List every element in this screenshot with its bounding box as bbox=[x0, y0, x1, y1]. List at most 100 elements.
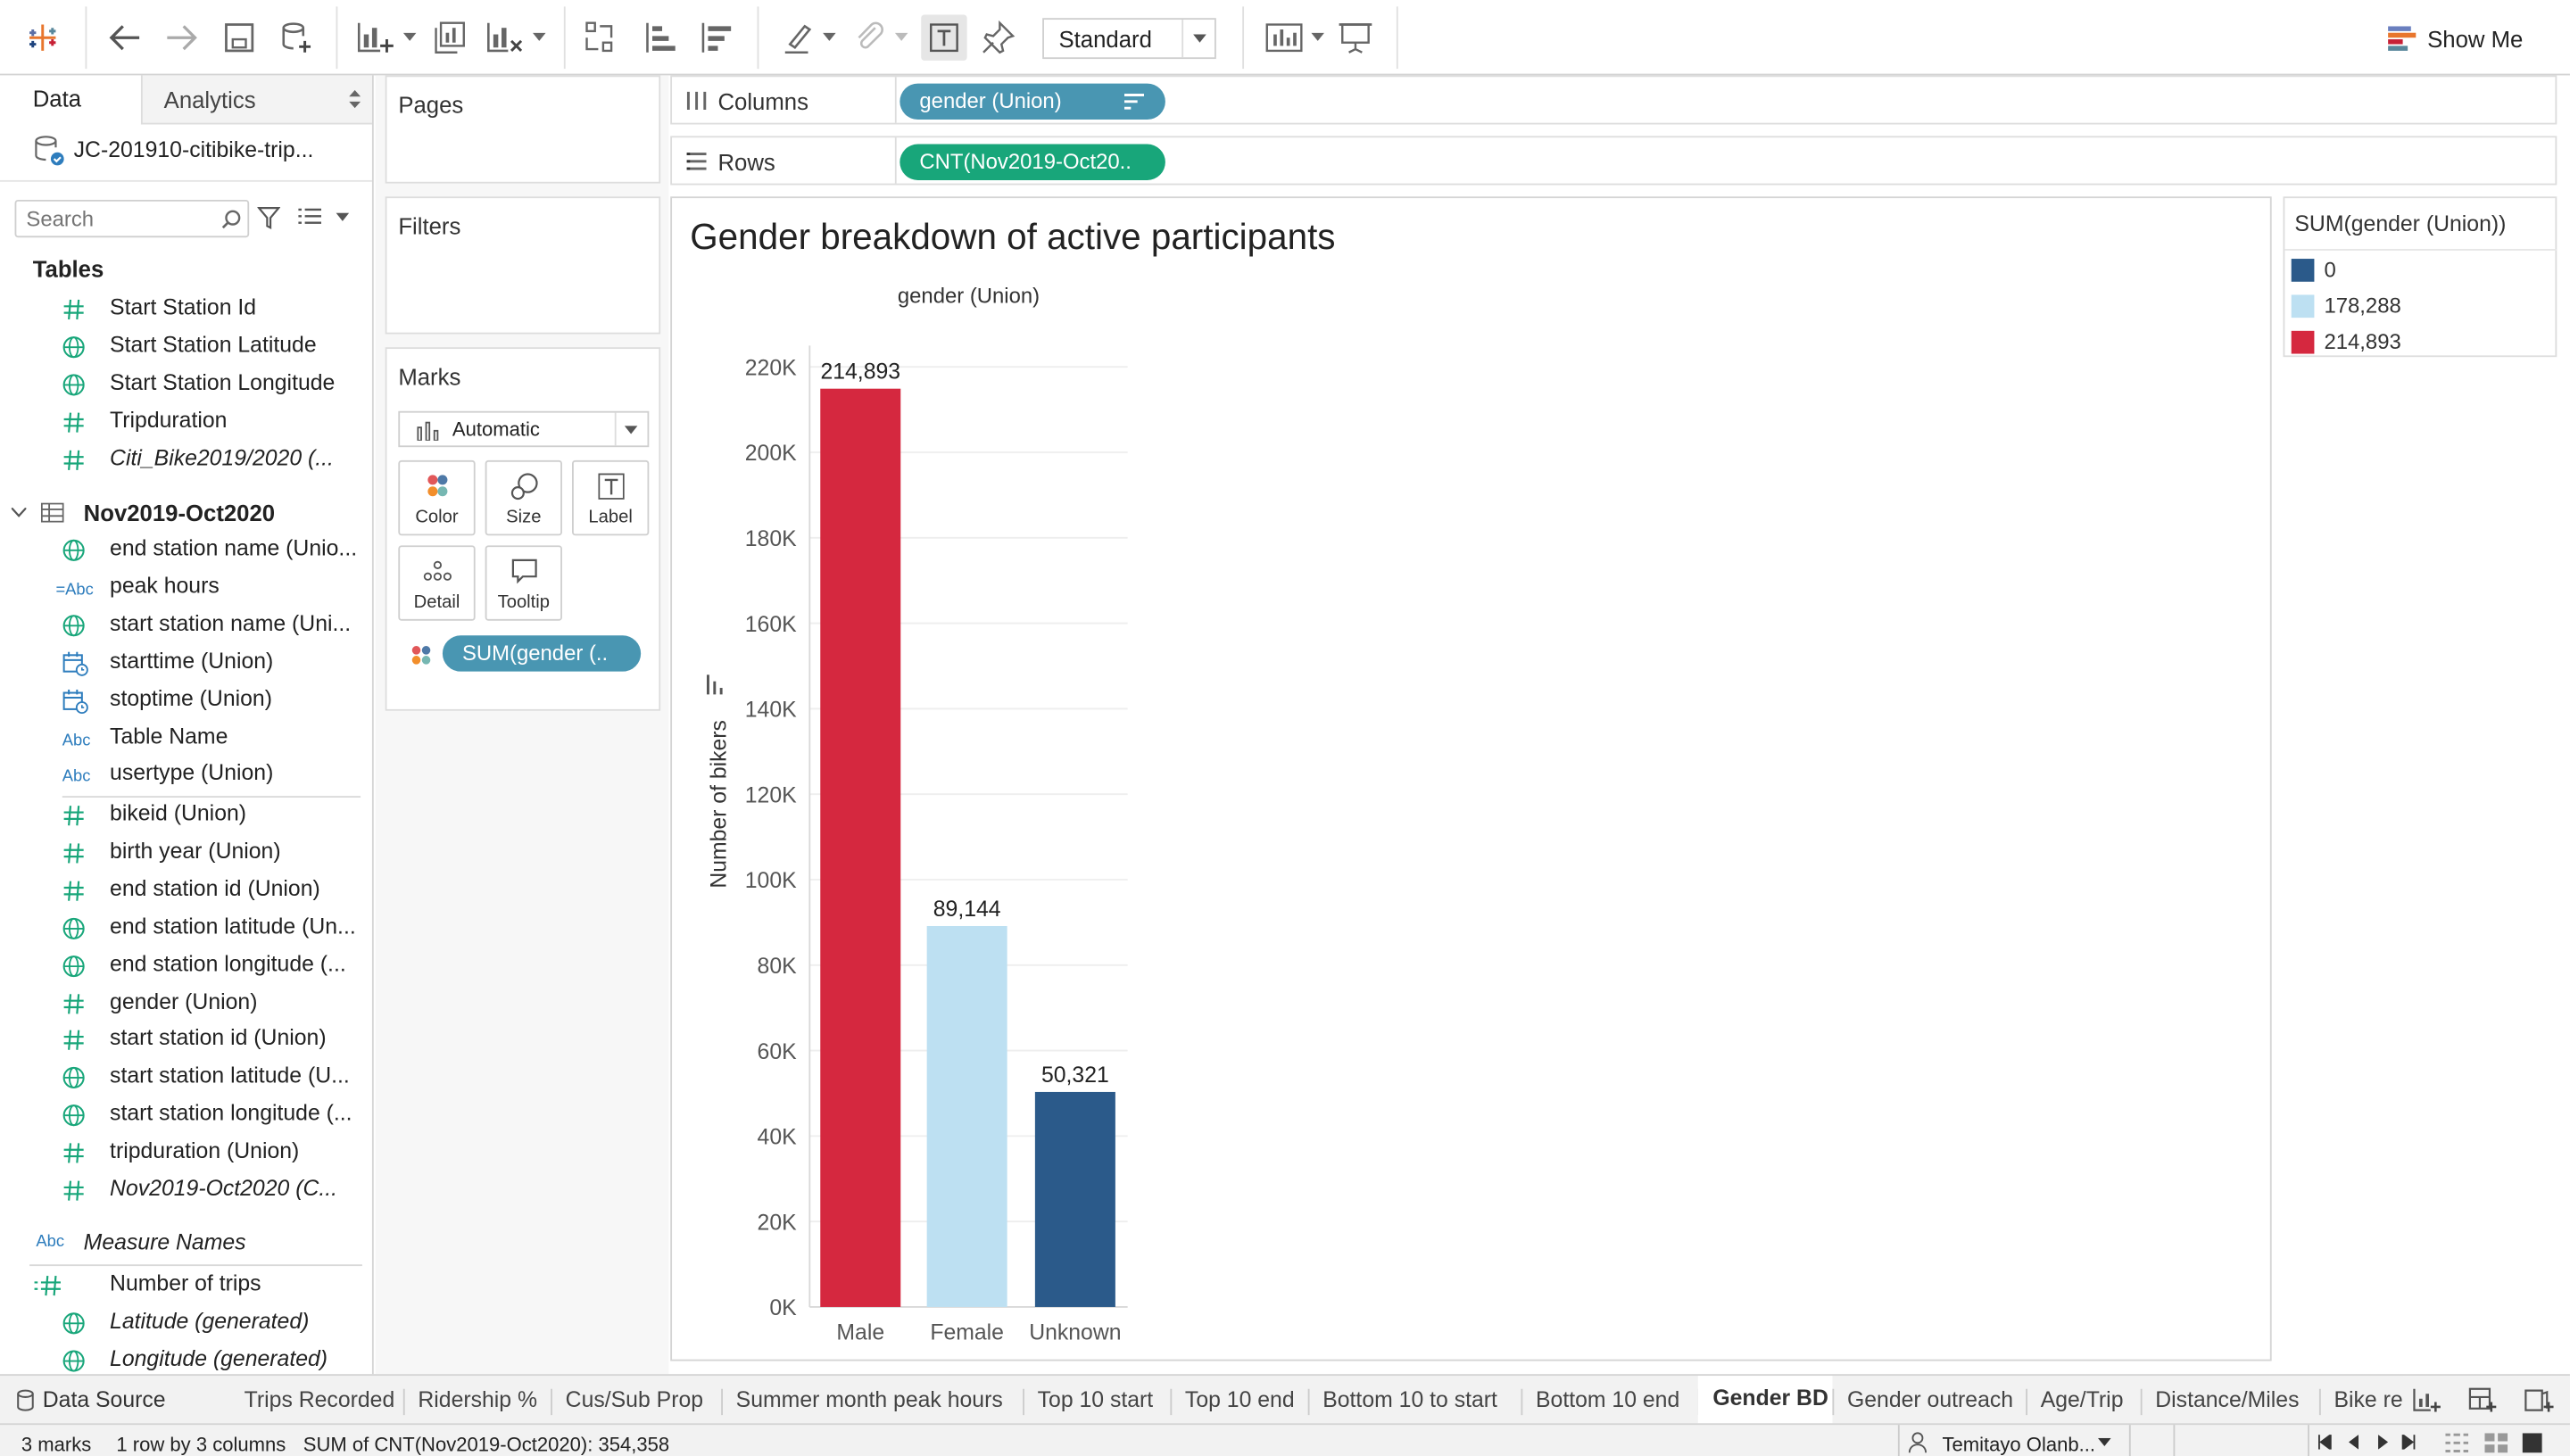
legend-item[interactable]: 214,893 bbox=[2284, 326, 2557, 359]
sheet-tab[interactable]: Top 10 end bbox=[1170, 1376, 1307, 1425]
status-user[interactable]: Temitayo Olanb... bbox=[1942, 1433, 2095, 1456]
data-source-tab[interactable]: Data Source bbox=[0, 1376, 229, 1425]
color-pill[interactable]: SUM(gender (.. bbox=[442, 635, 642, 672]
new-story-icon[interactable] bbox=[2524, 1387, 2554, 1413]
sheet-tab[interactable]: Trips Recorded bbox=[229, 1376, 403, 1425]
field-item[interactable]: Abc Table Name bbox=[0, 720, 372, 756]
sheet-tab[interactable]: Bottom 10 end bbox=[1521, 1376, 1697, 1425]
undo-icon[interactable] bbox=[106, 21, 142, 54]
field-item[interactable]: tripduration (Union) bbox=[0, 1135, 372, 1171]
field-item[interactable]: start station latitude (U... bbox=[0, 1060, 372, 1096]
presentation-mode-icon[interactable] bbox=[1338, 20, 1373, 55]
show-me-button[interactable]: Show Me bbox=[2376, 16, 2541, 62]
sheet-tab[interactable]: Gender BD bbox=[1697, 1376, 1833, 1426]
mark-type-dropdown[interactable]: Automatic bbox=[398, 410, 650, 448]
new-datasource-icon[interactable] bbox=[278, 20, 314, 55]
sheet-tab[interactable]: Bike re bbox=[2319, 1376, 2402, 1425]
tabs-view-icon[interactable] bbox=[2522, 1433, 2542, 1453]
grid-view-icon[interactable] bbox=[2445, 1433, 2469, 1452]
rows-pill[interactable]: CNT(Nov2019-Oct20.. bbox=[900, 144, 1165, 180]
sheet-tab[interactable]: Distance/Miles bbox=[2141, 1376, 2319, 1425]
show-cards-icon[interactable] bbox=[1265, 21, 1305, 54]
field-item[interactable]: start station longitude (... bbox=[0, 1097, 372, 1133]
highlight-icon[interactable] bbox=[782, 20, 815, 55]
field-item[interactable]: Latitude (generated) bbox=[0, 1305, 372, 1341]
size-button[interactable]: Size bbox=[485, 459, 562, 536]
swap-rows-columns-icon[interactable] bbox=[584, 20, 619, 55]
sheet-tab[interactable]: Bottom 10 to start bbox=[1308, 1376, 1521, 1425]
filters-card[interactable]: Filters bbox=[385, 196, 661, 335]
field-item[interactable]: Number of trips bbox=[0, 1268, 372, 1303]
field-item[interactable]: end station longitude (... bbox=[0, 947, 372, 983]
field-item[interactable]: Start Station Longitude bbox=[0, 367, 372, 402]
field-item[interactable]: birth year (Union) bbox=[0, 835, 372, 871]
table-nov2019-oct2020[interactable]: Nov2019-Oct2020 bbox=[0, 494, 372, 530]
field-item[interactable]: gender (Union) bbox=[0, 985, 372, 1021]
chevron-down-icon[interactable] bbox=[1311, 32, 1325, 43]
sheet-tab[interactable]: Gender outreach bbox=[1832, 1376, 2026, 1425]
sheet-tab[interactable]: Summer month peak hours bbox=[721, 1376, 1023, 1425]
filter-icon[interactable] bbox=[257, 206, 281, 229]
chevron-down-icon[interactable] bbox=[823, 32, 836, 43]
search-input[interactable] bbox=[26, 204, 207, 233]
chevron-down-icon[interactable] bbox=[336, 212, 350, 223]
filmstrip-view-icon[interactable] bbox=[2484, 1433, 2508, 1453]
field-item[interactable]: end station name (Unio... bbox=[0, 533, 372, 568]
search-field[interactable] bbox=[14, 199, 250, 238]
hash-icon bbox=[62, 1030, 88, 1053]
group-members-icon[interactable] bbox=[852, 20, 885, 55]
field-item[interactable]: Start Station Latitude bbox=[0, 329, 372, 365]
legend-item[interactable]: 0 bbox=[2284, 254, 2557, 287]
sheet-nav-icons[interactable] bbox=[2317, 1435, 2433, 1450]
sort-ascending-icon[interactable] bbox=[642, 20, 678, 55]
tooltip-button[interactable]: Tooltip bbox=[485, 545, 562, 621]
new-worksheet-icon[interactable] bbox=[2413, 1387, 2442, 1413]
chevron-down-icon[interactable] bbox=[11, 508, 27, 517]
sheet-tab[interactable]: Cus/Sub Prop bbox=[551, 1376, 721, 1425]
label-button[interactable]: Label bbox=[572, 459, 650, 536]
fit-dropdown[interactable]: Standard bbox=[1042, 18, 1216, 60]
field-item[interactable]: end station latitude (Un... bbox=[0, 910, 372, 946]
field-item[interactable]: Tripduration bbox=[0, 404, 372, 440]
field-item[interactable]: Citi_Bike2019/2020 (... bbox=[0, 443, 372, 478]
new-dashboard-icon[interactable] bbox=[2468, 1387, 2498, 1413]
sheet-tab[interactable]: Ridership % bbox=[403, 1376, 551, 1425]
sheet-tab[interactable]: Top 10 start bbox=[1023, 1376, 1170, 1425]
field-item[interactable]: Nov2019-Oct2020 (C... bbox=[0, 1172, 372, 1208]
chevron-down-icon[interactable] bbox=[894, 32, 908, 43]
sort-descending-icon[interactable] bbox=[698, 20, 734, 55]
pin-icon[interactable] bbox=[980, 20, 1016, 55]
field-item[interactable]: =Abc peak hours bbox=[0, 570, 372, 606]
tab-data[interactable]: Data bbox=[0, 75, 141, 125]
datasource-item[interactable]: JC-201910-citibike-trip... bbox=[0, 125, 372, 180]
save-icon[interactable] bbox=[223, 21, 256, 54]
field-item[interactable]: bikeid (Union) bbox=[0, 798, 372, 833]
detail-button[interactable]: Detail bbox=[398, 545, 476, 621]
field-item[interactable]: start station id (Union) bbox=[0, 1022, 372, 1058]
tab-analytics[interactable]: Analytics bbox=[140, 75, 372, 125]
chevron-down-icon[interactable] bbox=[2097, 1437, 2111, 1448]
sheet-tab[interactable]: Age/Trip bbox=[2026, 1376, 2141, 1425]
field-item[interactable]: stoptime (Union) bbox=[0, 682, 372, 718]
field-item[interactable]: starttime (Union) bbox=[0, 645, 372, 681]
field-item[interactable]: Longitude (generated) bbox=[0, 1343, 372, 1374]
legend-item[interactable]: 178,288 bbox=[2284, 290, 2557, 323]
show-mark-labels-button[interactable] bbox=[921, 14, 967, 61]
clear-sheet-icon[interactable] bbox=[485, 20, 525, 55]
field-item[interactable]: Abc usertype (Union) bbox=[0, 757, 372, 793]
view-list-icon[interactable] bbox=[298, 208, 321, 228]
new-worksheet-icon[interactable] bbox=[356, 20, 395, 55]
chevron-down-icon[interactable] bbox=[402, 32, 417, 43]
duplicate-sheet-icon[interactable] bbox=[431, 20, 467, 55]
redo-icon[interactable] bbox=[164, 21, 200, 54]
color-button[interactable]: Color bbox=[398, 459, 476, 536]
field-measure-names[interactable]: Abc Measure Names bbox=[0, 1227, 372, 1262]
tableau-logo-icon[interactable] bbox=[28, 23, 57, 53]
columns-pill[interactable]: gender (Union) bbox=[900, 83, 1165, 120]
pages-card[interactable]: Pages bbox=[385, 75, 661, 184]
chevron-down-icon[interactable] bbox=[532, 32, 546, 43]
color-label: Color bbox=[415, 508, 459, 528]
field-item[interactable]: end station id (Union) bbox=[0, 873, 372, 908]
field-item[interactable]: Start Station Id bbox=[0, 292, 372, 327]
field-item[interactable]: start station name (Uni... bbox=[0, 608, 372, 643]
